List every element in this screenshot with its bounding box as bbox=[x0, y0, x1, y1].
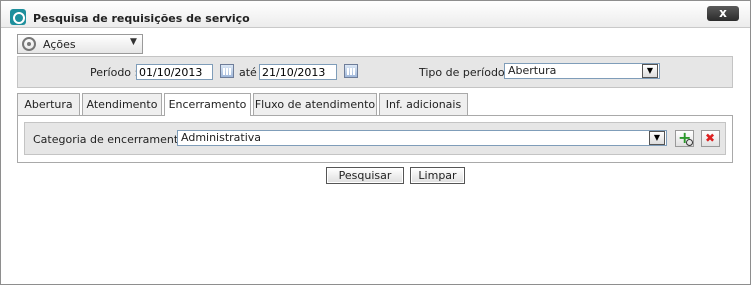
period-filter-panel: Período : até Tipo de período : Abertura… bbox=[17, 56, 733, 88]
search-dialog: Pesquisa de requisições de serviço x Açõ… bbox=[0, 0, 751, 285]
tab-encerramento[interactable]: Encerramento bbox=[164, 93, 251, 116]
app-logo-icon bbox=[10, 9, 26, 25]
close-button[interactable]: x bbox=[707, 6, 739, 21]
chevron-down-icon[interactable]: ▼ bbox=[642, 64, 658, 78]
closing-category-value: Administrativa bbox=[181, 131, 262, 144]
period-type-value: Abertura bbox=[508, 64, 557, 77]
closing-category-label: Categoria de encerramento : bbox=[33, 133, 193, 146]
dialog-title: Pesquisa de requisições de serviço bbox=[33, 12, 250, 25]
title-bar: Pesquisa de requisições de serviço x bbox=[1, 1, 750, 28]
remove-category-icon[interactable] bbox=[701, 130, 720, 147]
tab-abertura[interactable]: Abertura bbox=[17, 93, 80, 115]
gear-icon bbox=[22, 37, 36, 51]
period-start-input[interactable] bbox=[136, 64, 213, 80]
period-label: Período : bbox=[90, 66, 139, 79]
chevron-down-icon[interactable]: ▼ bbox=[649, 131, 665, 145]
calendar-icon[interactable] bbox=[220, 64, 234, 78]
tab-inf-adicionais[interactable]: Inf. adicionais bbox=[379, 93, 468, 115]
caret-down-icon: ▼ bbox=[130, 37, 137, 47]
clear-button[interactable]: Limpar bbox=[410, 167, 465, 184]
actions-menu-button[interactable]: Ações ▼ bbox=[17, 34, 143, 54]
tab-fluxo-de-atendimento[interactable]: Fluxo de atendimento bbox=[253, 93, 377, 115]
closing-category-box: Categoria de encerramento : Administrati… bbox=[24, 122, 726, 155]
tab-panel-encerramento: Categoria de encerramento : Administrati… bbox=[17, 115, 733, 163]
tab-atendimento[interactable]: Atendimento bbox=[82, 93, 162, 115]
actions-label: Ações bbox=[43, 38, 76, 51]
closing-category-select[interactable]: Administrativa ▼ bbox=[177, 130, 667, 146]
until-label: até bbox=[239, 66, 257, 79]
search-button[interactable]: Pesquisar bbox=[326, 167, 404, 184]
add-category-icon[interactable] bbox=[675, 128, 694, 147]
calendar-icon[interactable] bbox=[344, 64, 358, 78]
period-end-input[interactable] bbox=[259, 64, 337, 80]
period-type-select[interactable]: Abertura ▼ bbox=[504, 63, 660, 79]
period-type-label: Tipo de período : bbox=[419, 66, 512, 79]
